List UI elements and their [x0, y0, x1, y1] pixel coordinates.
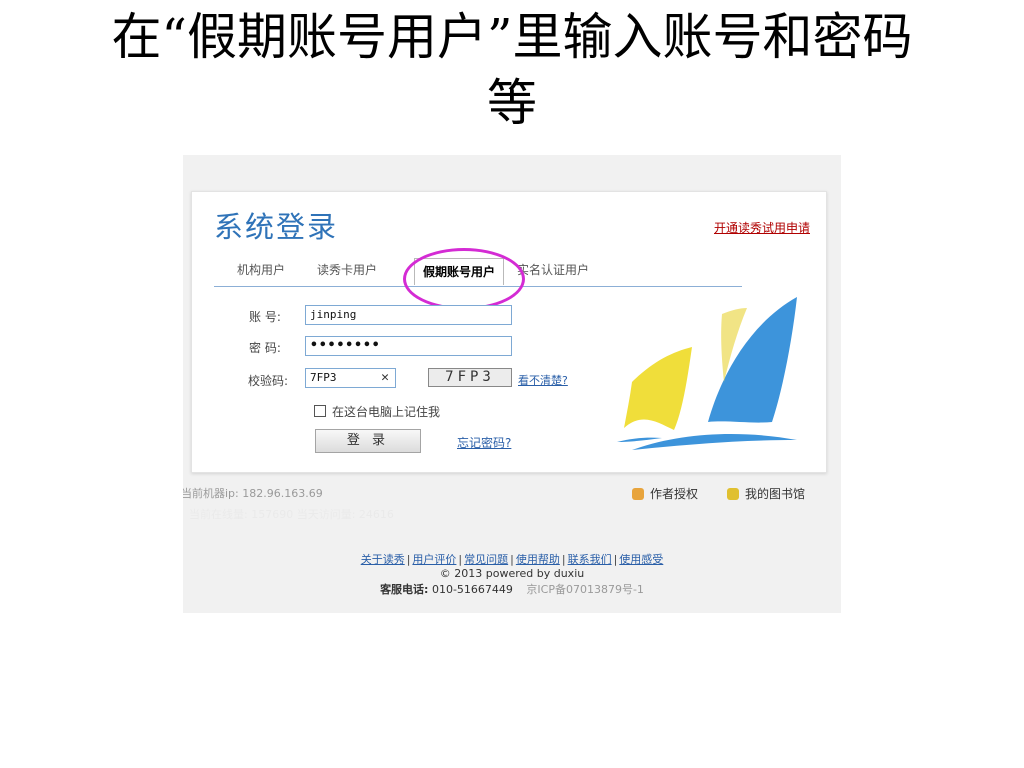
icp-number: 京ICP备07013879号-1: [526, 583, 644, 596]
library-icon: [727, 488, 739, 500]
footer-link-reviews[interactable]: 用户评价: [412, 553, 456, 566]
captcha-input-value: 7FP3: [310, 371, 337, 384]
footer-link-about[interactable]: 关于读秀: [361, 553, 405, 566]
tab-institution-user[interactable]: 机构用户: [237, 261, 285, 278]
tab-duxiu-card-user[interactable]: 读秀卡用户: [317, 261, 377, 278]
machine-ip: 当前机器ip: 182.96.163.69: [183, 487, 323, 500]
remember-me-checkbox[interactable]: 在这台电脑上记住我: [314, 403, 440, 420]
captcha-input[interactable]: 7FP3 ✕: [305, 368, 396, 388]
password-label: 密 码:: [249, 341, 281, 355]
my-library-label: 我的图书馆: [745, 487, 806, 501]
tab-verified-user[interactable]: 实名认证用户: [517, 261, 589, 278]
captcha-refresh-link[interactable]: 看不清楚?: [518, 372, 568, 388]
footer-link-faq[interactable]: 常见问题: [464, 553, 508, 566]
footer-link-contact[interactable]: 联系我们: [568, 553, 612, 566]
account-label: 账 号:: [249, 310, 281, 324]
checkbox-box[interactable]: [314, 405, 326, 417]
footer-link-feedback[interactable]: 使用感受: [619, 553, 663, 566]
login-button[interactable]: 登 录: [315, 429, 421, 453]
captcha-label: 校验码:: [248, 374, 289, 388]
slide-title: 在“假期账号用户”里输入账号和密码 等: [0, 4, 1024, 136]
footer-link-help[interactable]: 使用帮助: [516, 553, 560, 566]
forgot-password-link[interactable]: 忘记密码?: [457, 434, 511, 451]
login-page-screenshot: 系统登录 开通读秀试用申请 机构用户 读秀卡用户 假期账号用户 实名认证用户 账…: [183, 155, 841, 613]
slide-title-line-2: 等: [487, 74, 537, 132]
account-input[interactable]: jinping: [305, 305, 512, 325]
clear-icon[interactable]: ✕: [381, 369, 389, 387]
service-hotline: 客服电话: 010-51667449 京ICP备07013879号-1: [183, 581, 841, 597]
hotline-number: 010-51667449: [431, 583, 513, 596]
my-library-link[interactable]: 我的图书馆: [727, 485, 805, 502]
login-panel: 系统登录 开通读秀试用申请 机构用户 读秀卡用户 假期账号用户 实名认证用户 账…: [191, 191, 827, 473]
remember-me-label: 在这台电脑上记住我: [332, 405, 441, 419]
system-title: 系统登录: [214, 210, 339, 244]
highlight-circle: [403, 248, 525, 310]
hotline-label: 客服电话:: [380, 583, 429, 596]
slide-title-line-1: 在“假期账号用户”里输入账号和密码: [111, 8, 913, 66]
captcha-image[interactable]: 7FP3: [428, 368, 512, 387]
copyright: © 2013 powered by duxiu: [439, 567, 585, 580]
user-icon: [632, 488, 644, 500]
author-authorization-label: 作者授权: [650, 487, 699, 501]
footer-links: 关于读秀 | 用户评价 | 常见问题 | 使用帮助 | 联系我们 | 使用感受: [360, 553, 664, 566]
sail-logo: [617, 297, 797, 450]
password-input[interactable]: ••••••••: [305, 336, 512, 356]
trial-application-link[interactable]: 开通读秀试用申请: [714, 219, 810, 236]
author-authorization-link[interactable]: 作者授权: [632, 485, 698, 502]
online-count: 当前在线量: 157690 当天访问量: 24616: [189, 508, 394, 521]
